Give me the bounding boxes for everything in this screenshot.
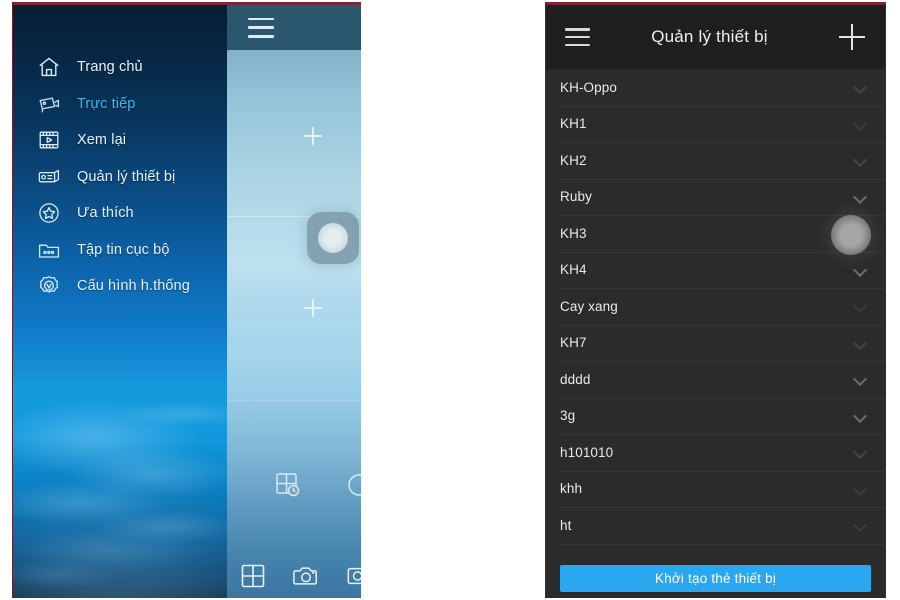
chevron-down-icon[interactable]	[853, 336, 867, 350]
navigation-drawer: Trang chủ Trực tiếp Xem lại Quản lý thiế…	[13, 5, 227, 598]
chevron-down-icon[interactable]	[853, 190, 867, 204]
right-phone-screenshot: Quản lý thiết bị KH-Oppo KH1 KH2 Ruby KH…	[545, 2, 886, 598]
sidebar-item-label: Xem lại	[77, 132, 127, 149]
circle-icon[interactable]	[345, 471, 361, 499]
chevron-down-icon[interactable]	[853, 372, 867, 386]
sidebar-item-label: Tập tin cục bộ	[77, 241, 170, 258]
chevron-down-icon[interactable]	[853, 518, 867, 532]
device-name: Ruby	[560, 189, 592, 205]
hamburger-icon[interactable]	[248, 17, 274, 38]
list-item[interactable]: 3g	[546, 397, 885, 435]
sidebar-item-label: Quản lý thiết bị	[77, 168, 176, 185]
grid-layout-icon[interactable]	[240, 554, 266, 598]
live-view-topbar	[227, 5, 361, 50]
list-item[interactable]: khh	[546, 470, 885, 508]
grid-clock-icon[interactable]	[274, 471, 302, 499]
gear-icon	[36, 273, 62, 299]
left-phone-screenshot: Trang chủ Trực tiếp Xem lại Quản lý thiế…	[12, 2, 361, 598]
record-icon[interactable]	[346, 554, 361, 598]
list-item[interactable]: h101010	[546, 434, 885, 471]
list-item[interactable]: KH7	[546, 324, 885, 362]
cta-container: Khởi tạo thẻ thiết bị	[546, 558, 885, 598]
list-item[interactable]: ht	[546, 507, 885, 544]
sidebar-item-quan-ly-thiet-bi[interactable]: Quản lý thiết bị	[13, 159, 227, 196]
device-name: khh	[560, 481, 583, 497]
live-bottom-toolbar	[227, 554, 361, 598]
sidebar-item-xem-lai[interactable]: Xem lại	[13, 122, 227, 159]
list-item[interactable]: KH-Oppo	[546, 69, 885, 106]
star-circle-icon	[36, 200, 62, 226]
snapshot-camera-icon[interactable]	[293, 554, 319, 598]
device-icon	[36, 164, 62, 190]
list-item[interactable]: KH1	[546, 105, 885, 143]
sidebar-item-label: Trực tiếp	[77, 95, 136, 112]
device-manager-header: Quản lý thiết bị	[546, 5, 885, 69]
chevron-down-icon[interactable]	[853, 445, 867, 459]
chevron-down-icon[interactable]	[853, 482, 867, 496]
device-list[interactable]: KH-Oppo KH1 KH2 Ruby KH3 KH4 Cay xang KH…	[546, 69, 885, 598]
device-name: KH7	[560, 335, 587, 351]
sidebar-item-truc-tiep[interactable]: Trực tiếp	[13, 86, 227, 123]
chevron-down-icon[interactable]	[853, 117, 867, 131]
page-title: Quản lý thiết bị	[651, 27, 768, 46]
device-name: KH-Oppo	[560, 79, 617, 95]
chevron-down-icon[interactable]	[853, 80, 867, 94]
list-item[interactable]: Cay xang	[546, 288, 885, 325]
list-item[interactable]: KH2	[546, 142, 885, 179]
device-name: KH2	[560, 152, 587, 168]
folder-icon	[36, 237, 62, 263]
list-item[interactable]: KH4	[546, 251, 885, 289]
floating-handle-icon[interactable]	[307, 212, 359, 264]
device-name: KH4	[560, 262, 587, 278]
camera-icon	[36, 91, 62, 117]
drawer-menu: Trang chủ Trực tiếp Xem lại Quản lý thiế…	[13, 49, 227, 305]
device-name: Cay xang	[560, 298, 618, 314]
sidebar-item-label: Trang chủ	[77, 59, 143, 76]
plus-icon[interactable]	[304, 127, 322, 145]
chevron-down-icon[interactable]	[853, 409, 867, 423]
list-item[interactable]: Ruby	[546, 178, 885, 216]
device-name: ht	[560, 517, 572, 533]
live-view-pane	[227, 5, 361, 598]
device-name: KH1	[560, 116, 587, 132]
sidebar-item-label: Cấu hình h.thống	[77, 278, 190, 295]
plus-icon[interactable]	[304, 299, 322, 317]
device-name: KH3	[560, 225, 587, 241]
plus-icon[interactable]	[835, 20, 869, 54]
sidebar-item-cau-hinh-h-thong[interactable]: Cấu hình h.thống	[13, 268, 227, 305]
screenshot-root: Trang chủ Trực tiếp Xem lại Quản lý thiế…	[0, 0, 900, 600]
device-name: dddd	[560, 371, 591, 387]
list-item[interactable]: dddd	[546, 361, 885, 398]
sidebar-item-trang-chu[interactable]: Trang chủ	[13, 49, 227, 86]
chevron-down-icon[interactable]	[853, 153, 867, 167]
grid-divider	[227, 400, 361, 401]
sidebar-item-label: Ưa thích	[77, 205, 134, 222]
playback-icon	[36, 127, 62, 153]
floating-overlay-icon[interactable]	[831, 215, 871, 255]
sidebar-item-tap-tin-cuc-bo[interactable]: Tập tin cục bộ	[13, 232, 227, 269]
home-icon	[36, 54, 62, 80]
sidebar-item-ua-thich[interactable]: Ưa thích	[13, 195, 227, 232]
chevron-down-icon[interactable]	[853, 299, 867, 313]
create-device-card-button[interactable]: Khởi tạo thẻ thiết bị	[560, 564, 871, 592]
device-name: h101010	[560, 444, 614, 460]
chevron-down-icon[interactable]	[853, 263, 867, 277]
device-name: 3g	[560, 408, 576, 424]
